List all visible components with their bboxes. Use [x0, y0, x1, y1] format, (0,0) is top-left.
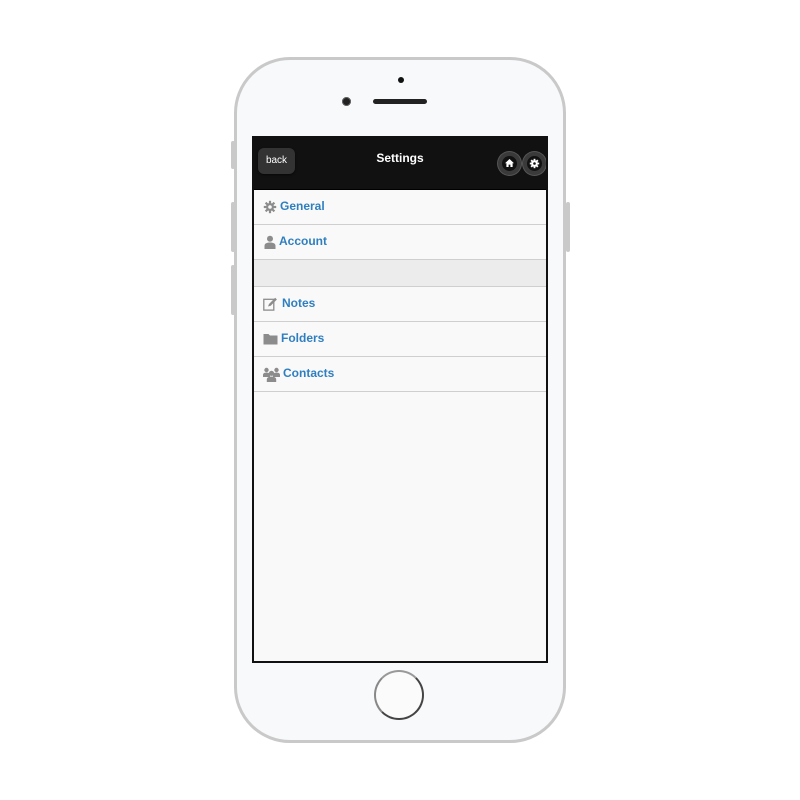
- home-icon: [505, 159, 514, 167]
- home-button[interactable]: [498, 152, 521, 175]
- list-item-account[interactable]: Account: [254, 225, 546, 260]
- list-item-label: Account: [279, 234, 327, 248]
- gear-icon: [263, 200, 277, 214]
- list-item-general[interactable]: General: [254, 190, 546, 225]
- list-item-folders[interactable]: Folders: [254, 322, 546, 357]
- settings-list: General Account Notes Folders Contacts: [254, 190, 546, 392]
- list-item-contacts[interactable]: Contacts: [254, 357, 546, 392]
- gear-icon: [529, 158, 540, 169]
- list-divider: [254, 260, 546, 287]
- users-icon: [263, 367, 280, 382]
- edit-icon: [263, 297, 277, 311]
- list-item-label: General: [280, 199, 325, 213]
- proximity-sensor: [398, 77, 404, 83]
- list-item-label: Notes: [282, 296, 316, 310]
- list-item-notes[interactable]: Notes: [254, 287, 546, 322]
- side-button-power: [566, 202, 570, 252]
- header-bar: back Settings: [254, 138, 546, 190]
- list-item-label: Contacts: [283, 366, 335, 380]
- user-icon: [264, 235, 276, 249]
- settings-button[interactable]: [523, 152, 546, 175]
- list-item-label: Folders: [281, 331, 325, 345]
- front-camera: [342, 97, 351, 106]
- folder-icon: [263, 334, 278, 345]
- app-screen: back Settings General Account Notes Fold…: [252, 136, 548, 663]
- phone-home-button[interactable]: [374, 670, 424, 720]
- earpiece-speaker: [373, 99, 427, 104]
